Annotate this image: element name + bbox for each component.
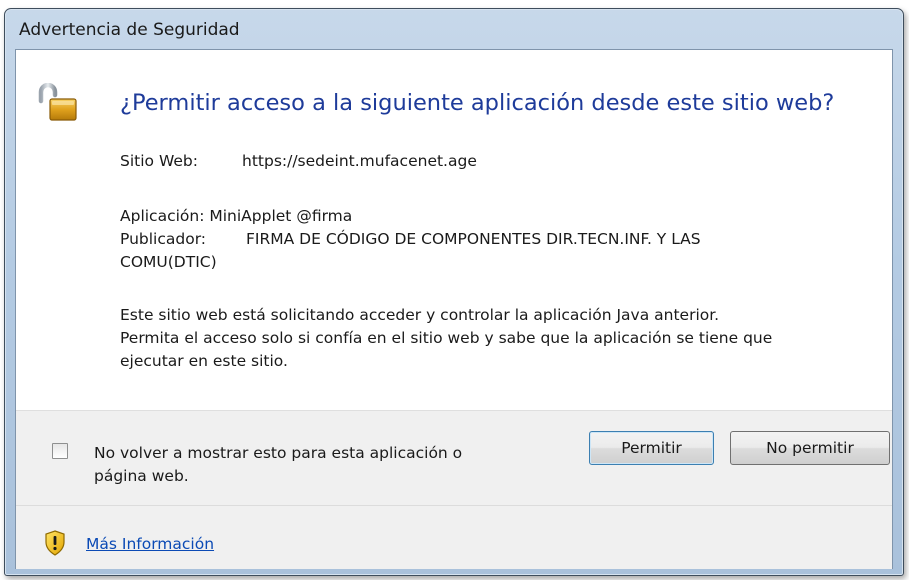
publisher-value-continued: COMU(DTIC) [120,253,217,271]
publisher-row: Publicador: FIRMA DE CÓDIGO DE COMPONENTE… [120,230,701,248]
deny-button[interactable]: No permitir [730,431,890,465]
more-info-link[interactable]: Más Información [86,535,214,553]
description-line-1: Este sitio web está solicitando acceder … [120,306,720,324]
publisher-value: FIRMA DE CÓDIGO DE COMPONENTES DIR.TECN.… [246,230,701,248]
warning-shield-icon [45,530,65,556]
window-title: Advertencia de Seguridad [19,20,240,40]
checkbox-label-line-2: página web. [94,467,189,485]
footer-divider [16,505,892,506]
site-value: https://sedeint.mufacenet.age [242,152,477,170]
title-bar[interactable]: Advertencia de Seguridad [5,9,903,49]
dont-show-again-checkbox[interactable] [52,443,68,459]
application-row: Aplicación: MiniApplet @firma [120,207,352,225]
description-line-3: ejecutar en este sitio. [120,352,288,370]
dont-show-again-label[interactable]: No volver a mostrar esto para esta aplic… [94,442,462,488]
dialog-body: ¿Permitir acceso a la siguiente aplicaci… [15,49,893,569]
unlocked-padlock-icon [38,83,77,121]
allow-button[interactable]: Permitir [589,431,714,465]
security-warning-window: Advertencia de Seguridad ¿Permitir acces… [4,8,904,576]
site-label: Sitio Web: [120,152,198,170]
site-row: Sitio Web: https://sedeint.mufacenet.age [120,152,477,170]
dialog-heading: ¿Permitir acceso a la siguiente aplicaci… [120,90,835,116]
checkbox-label-line-1: No volver a mostrar esto para esta aplic… [94,444,463,462]
description-line-2: Permita el acceso solo si confía en el s… [120,329,773,347]
publisher-label: Publicador: [120,230,207,248]
application-label: Aplicación: [120,207,205,225]
application-value: MiniApplet @firma [209,207,353,225]
dialog-content: ¿Permitir acceso a la siguiente aplicaci… [16,50,892,410]
